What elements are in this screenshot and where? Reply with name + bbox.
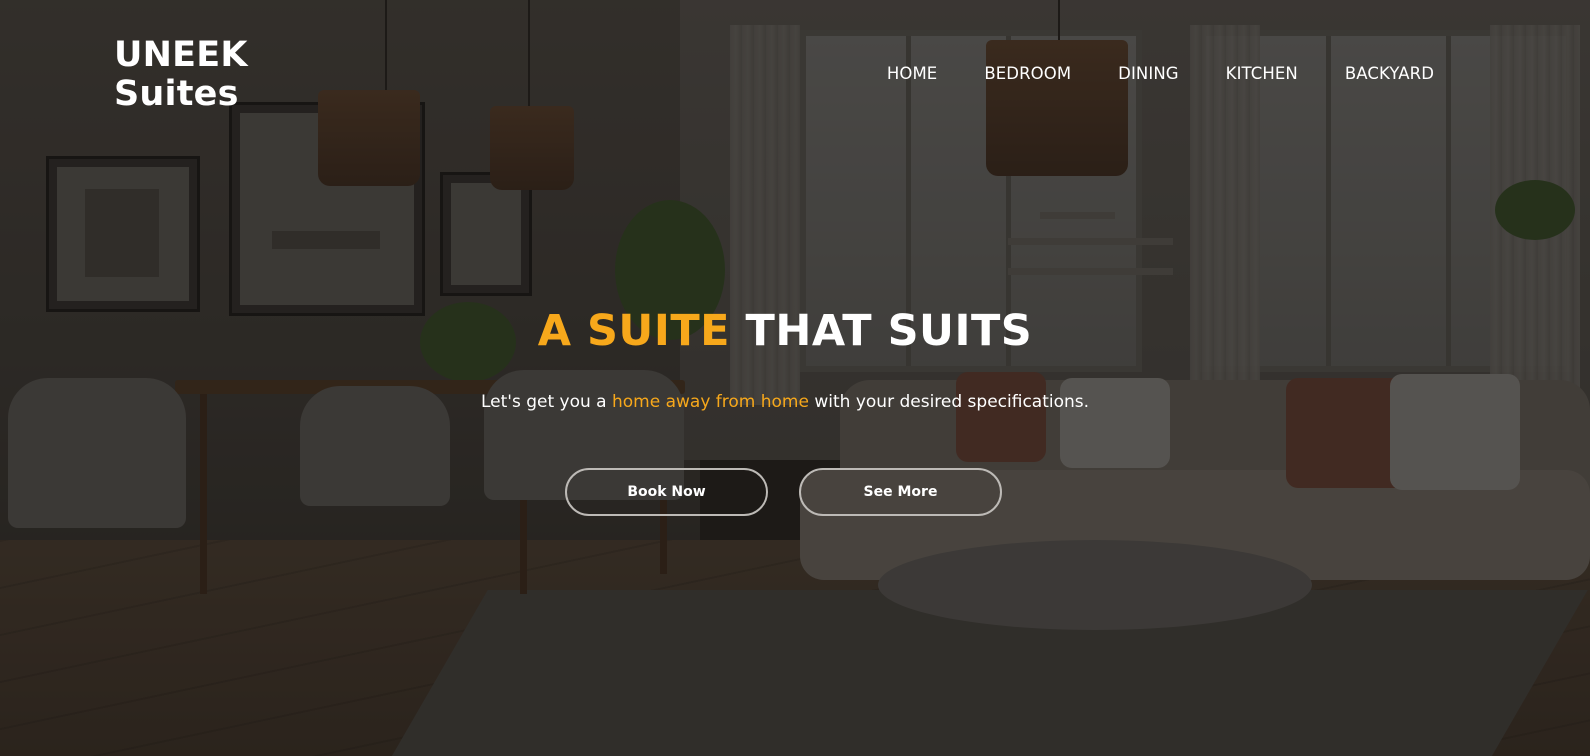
nav-item-kitchen[interactable]: KITCHEN xyxy=(1226,64,1298,83)
brand-logo-line2: Suites xyxy=(114,74,239,114)
hero-tagline-before: Let's get you a xyxy=(480,392,612,412)
main-nav: HOME BEDROOM DINING KITCHEN BACKYARD xyxy=(887,64,1434,83)
hero-section: UNEEK Suites HOME BEDROOM DINING KITCHEN… xyxy=(0,0,1590,756)
see-more-button[interactable]: See More xyxy=(799,468,1002,516)
hero-headline: A SUITE THAT SUITS xyxy=(0,306,1570,356)
nav-item-home[interactable]: HOME xyxy=(887,64,937,83)
hero-tagline: Let's get you a home away from home with… xyxy=(0,392,1570,412)
book-now-button[interactable]: Book Now xyxy=(565,468,768,516)
nav-item-bedroom[interactable]: BEDROOM xyxy=(984,64,1071,83)
nav-item-backyard[interactable]: BACKYARD xyxy=(1345,64,1434,83)
nav-item-dining[interactable]: DINING xyxy=(1118,64,1179,83)
hero-headline-rest: THAT SUITS xyxy=(745,306,1033,356)
hero-tagline-after: with your desired specifications. xyxy=(808,392,1090,412)
hero-headline-accent: A SUITE xyxy=(537,306,731,356)
brand-logo[interactable]: UNEEK Suites xyxy=(114,36,248,114)
hero-tagline-highlight: home away from home xyxy=(611,392,809,412)
brand-logo-line1: UNEEK xyxy=(114,35,248,75)
